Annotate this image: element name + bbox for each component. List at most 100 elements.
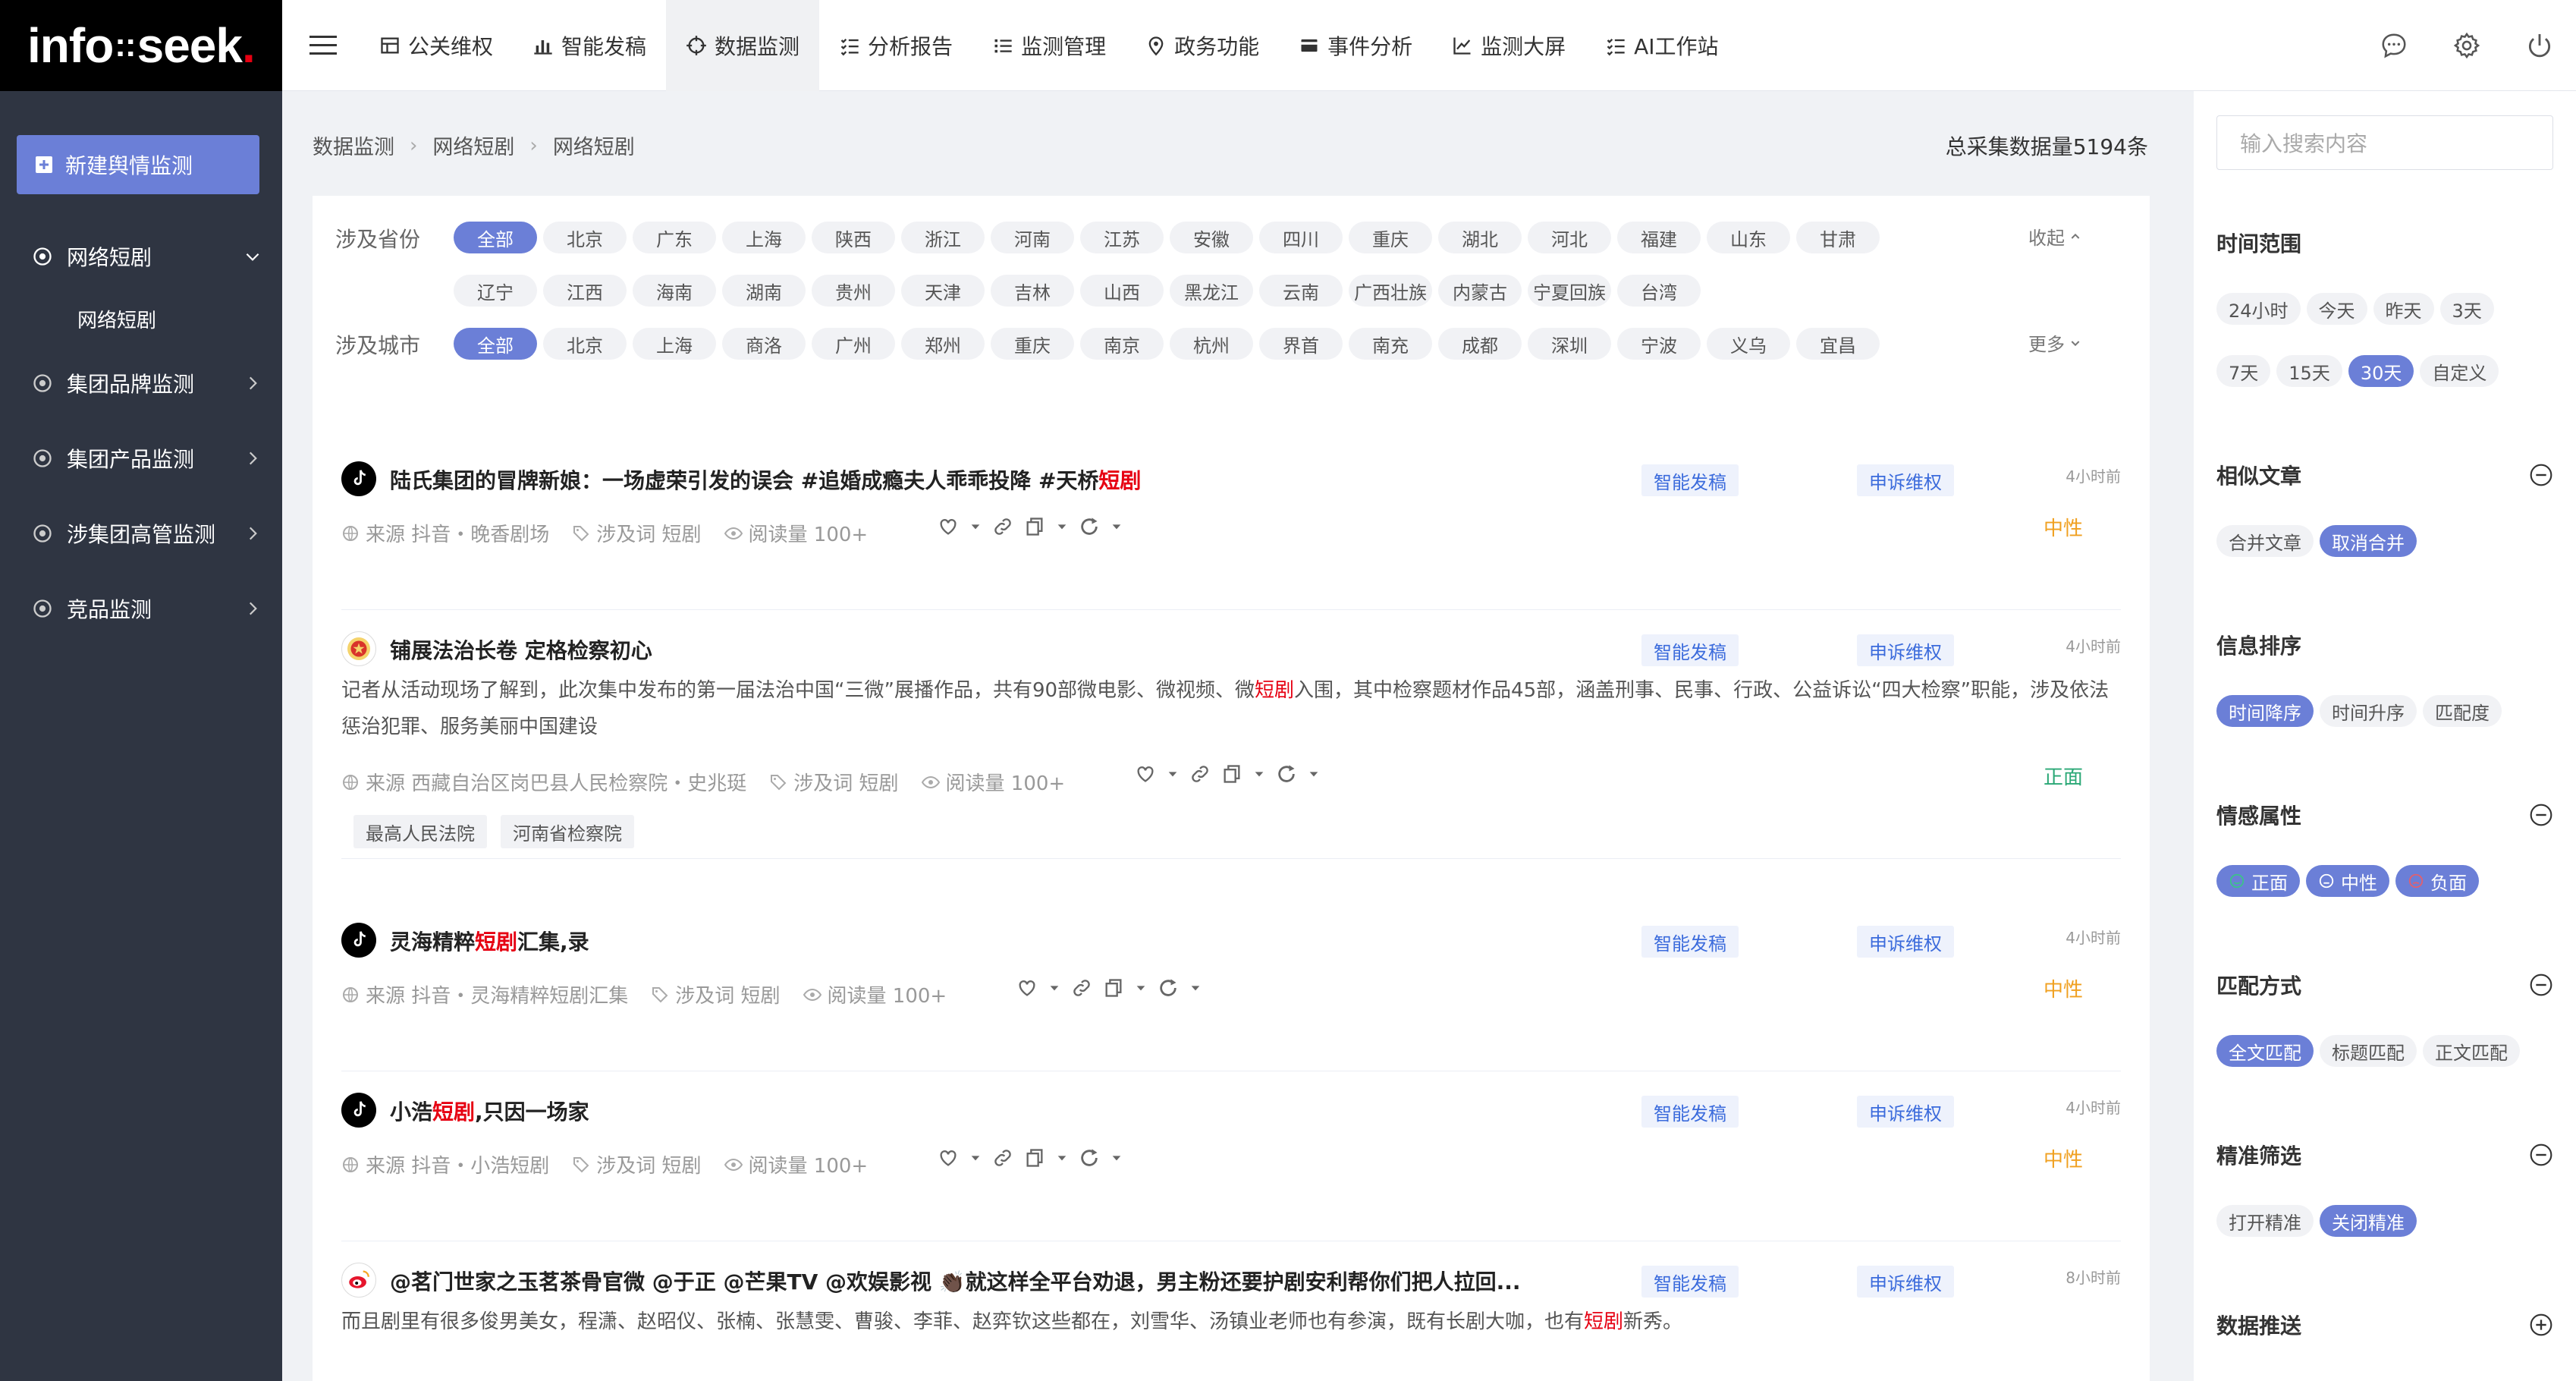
- article-title[interactable]: @茗门世家之玉茗茶骨官微 @于正 @芒果TV @欢娱影视 👏🏿就这样全平台劝退，…: [390, 1266, 1521, 1296]
- breadcrumb-item[interactable]: 数据监测: [313, 131, 394, 160]
- copy-icon[interactable]: [1024, 516, 1045, 537]
- heart-icon[interactable]: [938, 516, 959, 537]
- appeal-button[interactable]: 申诉维权: [1857, 1266, 1954, 1298]
- match-mode-option[interactable]: 全文匹配: [2216, 1035, 2314, 1067]
- precise-option[interactable]: 关闭精准: [2320, 1205, 2417, 1237]
- province-tag[interactable]: 湖南: [722, 275, 806, 307]
- province-tag[interactable]: 河南: [991, 222, 1074, 253]
- sentiment-neutral-option[interactable]: 中性: [2306, 865, 2389, 897]
- city-tag[interactable]: 深圳: [1528, 328, 1611, 360]
- new-monitor-button[interactable]: 新建舆情监测: [17, 135, 259, 194]
- province-tag[interactable]: 甘肃: [1796, 222, 1880, 253]
- province-tag[interactable]: 贵州: [812, 275, 895, 307]
- article-item[interactable]: 陆氏集团的冒牌新娘：一场虚荣引发的误会 #追婚成瘾夫人乖乖投降 #天桥短剧 智能…: [341, 461, 2121, 610]
- caret-down-icon[interactable]: [969, 521, 982, 533]
- smart-publish-button[interactable]: 智能发稿: [1641, 634, 1739, 666]
- caret-down-icon[interactable]: [1111, 1152, 1123, 1164]
- city-tag[interactable]: 成都: [1438, 328, 1522, 360]
- entity-tag[interactable]: 河南省检察院: [501, 815, 634, 848]
- link-icon[interactable]: [992, 1147, 1013, 1169]
- link-icon[interactable]: [1189, 763, 1211, 785]
- province-tag[interactable]: 广东: [633, 222, 716, 253]
- province-tag[interactable]: 山东: [1707, 222, 1790, 253]
- caret-down-icon[interactable]: [1189, 982, 1202, 994]
- province-tag[interactable]: 吉林: [991, 275, 1074, 307]
- province-tag[interactable]: 北京: [543, 222, 627, 253]
- collapse-minus-icon[interactable]: [2529, 1143, 2553, 1167]
- sort-option[interactable]: 匹配度: [2423, 695, 2502, 727]
- smart-publish-button[interactable]: 智能发稿: [1641, 1266, 1739, 1298]
- time-range-option[interactable]: 30天: [2348, 355, 2414, 387]
- city-tag[interactable]: 广州: [812, 328, 895, 360]
- sidebar-item-brand[interactable]: 集团品牌监测: [0, 357, 282, 410]
- province-tag[interactable]: 广西壮族: [1349, 275, 1432, 307]
- time-range-option[interactable]: 今天: [2306, 293, 2367, 325]
- city-tag[interactable]: 上海: [633, 328, 716, 360]
- refresh-icon[interactable]: [1276, 763, 1297, 785]
- nav-item-event[interactable]: 事件分析: [1279, 0, 1432, 91]
- collapse-toggle[interactable]: 收起: [2028, 223, 2081, 250]
- logout-button[interactable]: [2503, 0, 2576, 91]
- similar-option[interactable]: 合并文章: [2216, 525, 2314, 557]
- time-range-option[interactable]: 昨天: [2373, 293, 2434, 325]
- article-title[interactable]: 铺展法治长卷 定格检察初心: [390, 634, 652, 665]
- caret-down-icon[interactable]: [1048, 982, 1060, 994]
- refresh-icon[interactable]: [1079, 516, 1100, 537]
- province-tag[interactable]: 浙江: [901, 222, 985, 253]
- match-mode-option[interactable]: 正文匹配: [2423, 1035, 2520, 1067]
- article-title[interactable]: 小浩短剧,只因一场家: [390, 1096, 589, 1126]
- city-tag[interactable]: 商洛: [722, 328, 806, 360]
- time-range-option[interactable]: 15天: [2276, 355, 2342, 387]
- province-tag[interactable]: 内蒙古: [1438, 275, 1522, 307]
- infoseek-logo[interactable]: info:: seek.: [0, 0, 282, 91]
- city-tag[interactable]: 郑州: [901, 328, 985, 360]
- sidebar-item-competitor[interactable]: 竞品监测: [0, 582, 282, 635]
- province-tag[interactable]: 福建: [1617, 222, 1701, 253]
- province-tag[interactable]: 全部: [454, 222, 537, 253]
- province-tag[interactable]: 天津: [901, 275, 985, 307]
- time-range-option[interactable]: 7天: [2216, 355, 2271, 387]
- province-tag[interactable]: 山西: [1080, 275, 1164, 307]
- copy-icon[interactable]: [1221, 763, 1242, 785]
- appeal-button[interactable]: 申诉维权: [1857, 634, 1954, 666]
- caret-down-icon[interactable]: [1056, 521, 1068, 533]
- city-tag[interactable]: 宁波: [1617, 328, 1701, 360]
- sidebar-item-short-drama[interactable]: 网络短剧: [0, 230, 282, 283]
- message-button[interactable]: [2358, 0, 2430, 91]
- settings-button[interactable]: [2430, 0, 2503, 91]
- nav-item-report[interactable]: 分析报告: [819, 0, 972, 91]
- heart-icon[interactable]: [1135, 763, 1156, 785]
- province-tag[interactable]: 海南: [633, 275, 716, 307]
- smart-publish-button[interactable]: 智能发稿: [1641, 1096, 1739, 1128]
- city-tag[interactable]: 义乌: [1707, 328, 1790, 360]
- province-tag[interactable]: 四川: [1259, 222, 1343, 253]
- caret-down-icon[interactable]: [1056, 1152, 1068, 1164]
- collapse-minus-icon[interactable]: [2529, 463, 2553, 487]
- copy-icon[interactable]: [1024, 1147, 1045, 1169]
- menu-toggle-button[interactable]: [287, 0, 360, 91]
- city-tag[interactable]: 全部: [454, 328, 537, 360]
- province-tag[interactable]: 宁夏回族: [1528, 275, 1611, 307]
- collapse-minus-icon[interactable]: [2529, 973, 2553, 997]
- time-range-option[interactable]: 24小时: [2216, 293, 2301, 325]
- province-tag[interactable]: 江苏: [1080, 222, 1164, 253]
- article-item[interactable]: 铺展法治长卷 定格检察初心 智能发稿 申诉维权 4小时前 记者从活动现场了解到，…: [341, 631, 2121, 859]
- caret-down-icon[interactable]: [1167, 768, 1179, 780]
- sidebar-item-product[interactable]: 集团产品监测: [0, 432, 282, 485]
- city-tag[interactable]: 杭州: [1170, 328, 1253, 360]
- time-range-option[interactable]: 3天: [2439, 293, 2494, 325]
- link-icon[interactable]: [992, 516, 1013, 537]
- entity-tag[interactable]: 最高人民法院: [353, 815, 487, 848]
- appeal-button[interactable]: 申诉维权: [1857, 464, 1954, 496]
- caret-down-icon[interactable]: [1135, 982, 1147, 994]
- city-tag[interactable]: 南京: [1080, 328, 1164, 360]
- heart-icon[interactable]: [1016, 977, 1038, 999]
- sidebar-subitem-short-drama[interactable]: 网络短剧: [77, 305, 156, 333]
- collapse-minus-icon[interactable]: [2529, 803, 2553, 827]
- heart-icon[interactable]: [938, 1147, 959, 1169]
- province-tag[interactable]: 辽宁: [454, 275, 537, 307]
- city-tag[interactable]: 南充: [1349, 328, 1432, 360]
- precise-option[interactable]: 打开精准: [2216, 1205, 2314, 1237]
- province-tag[interactable]: 黑龙江: [1170, 275, 1253, 307]
- nav-item-publish[interactable]: 智能发稿: [513, 0, 666, 91]
